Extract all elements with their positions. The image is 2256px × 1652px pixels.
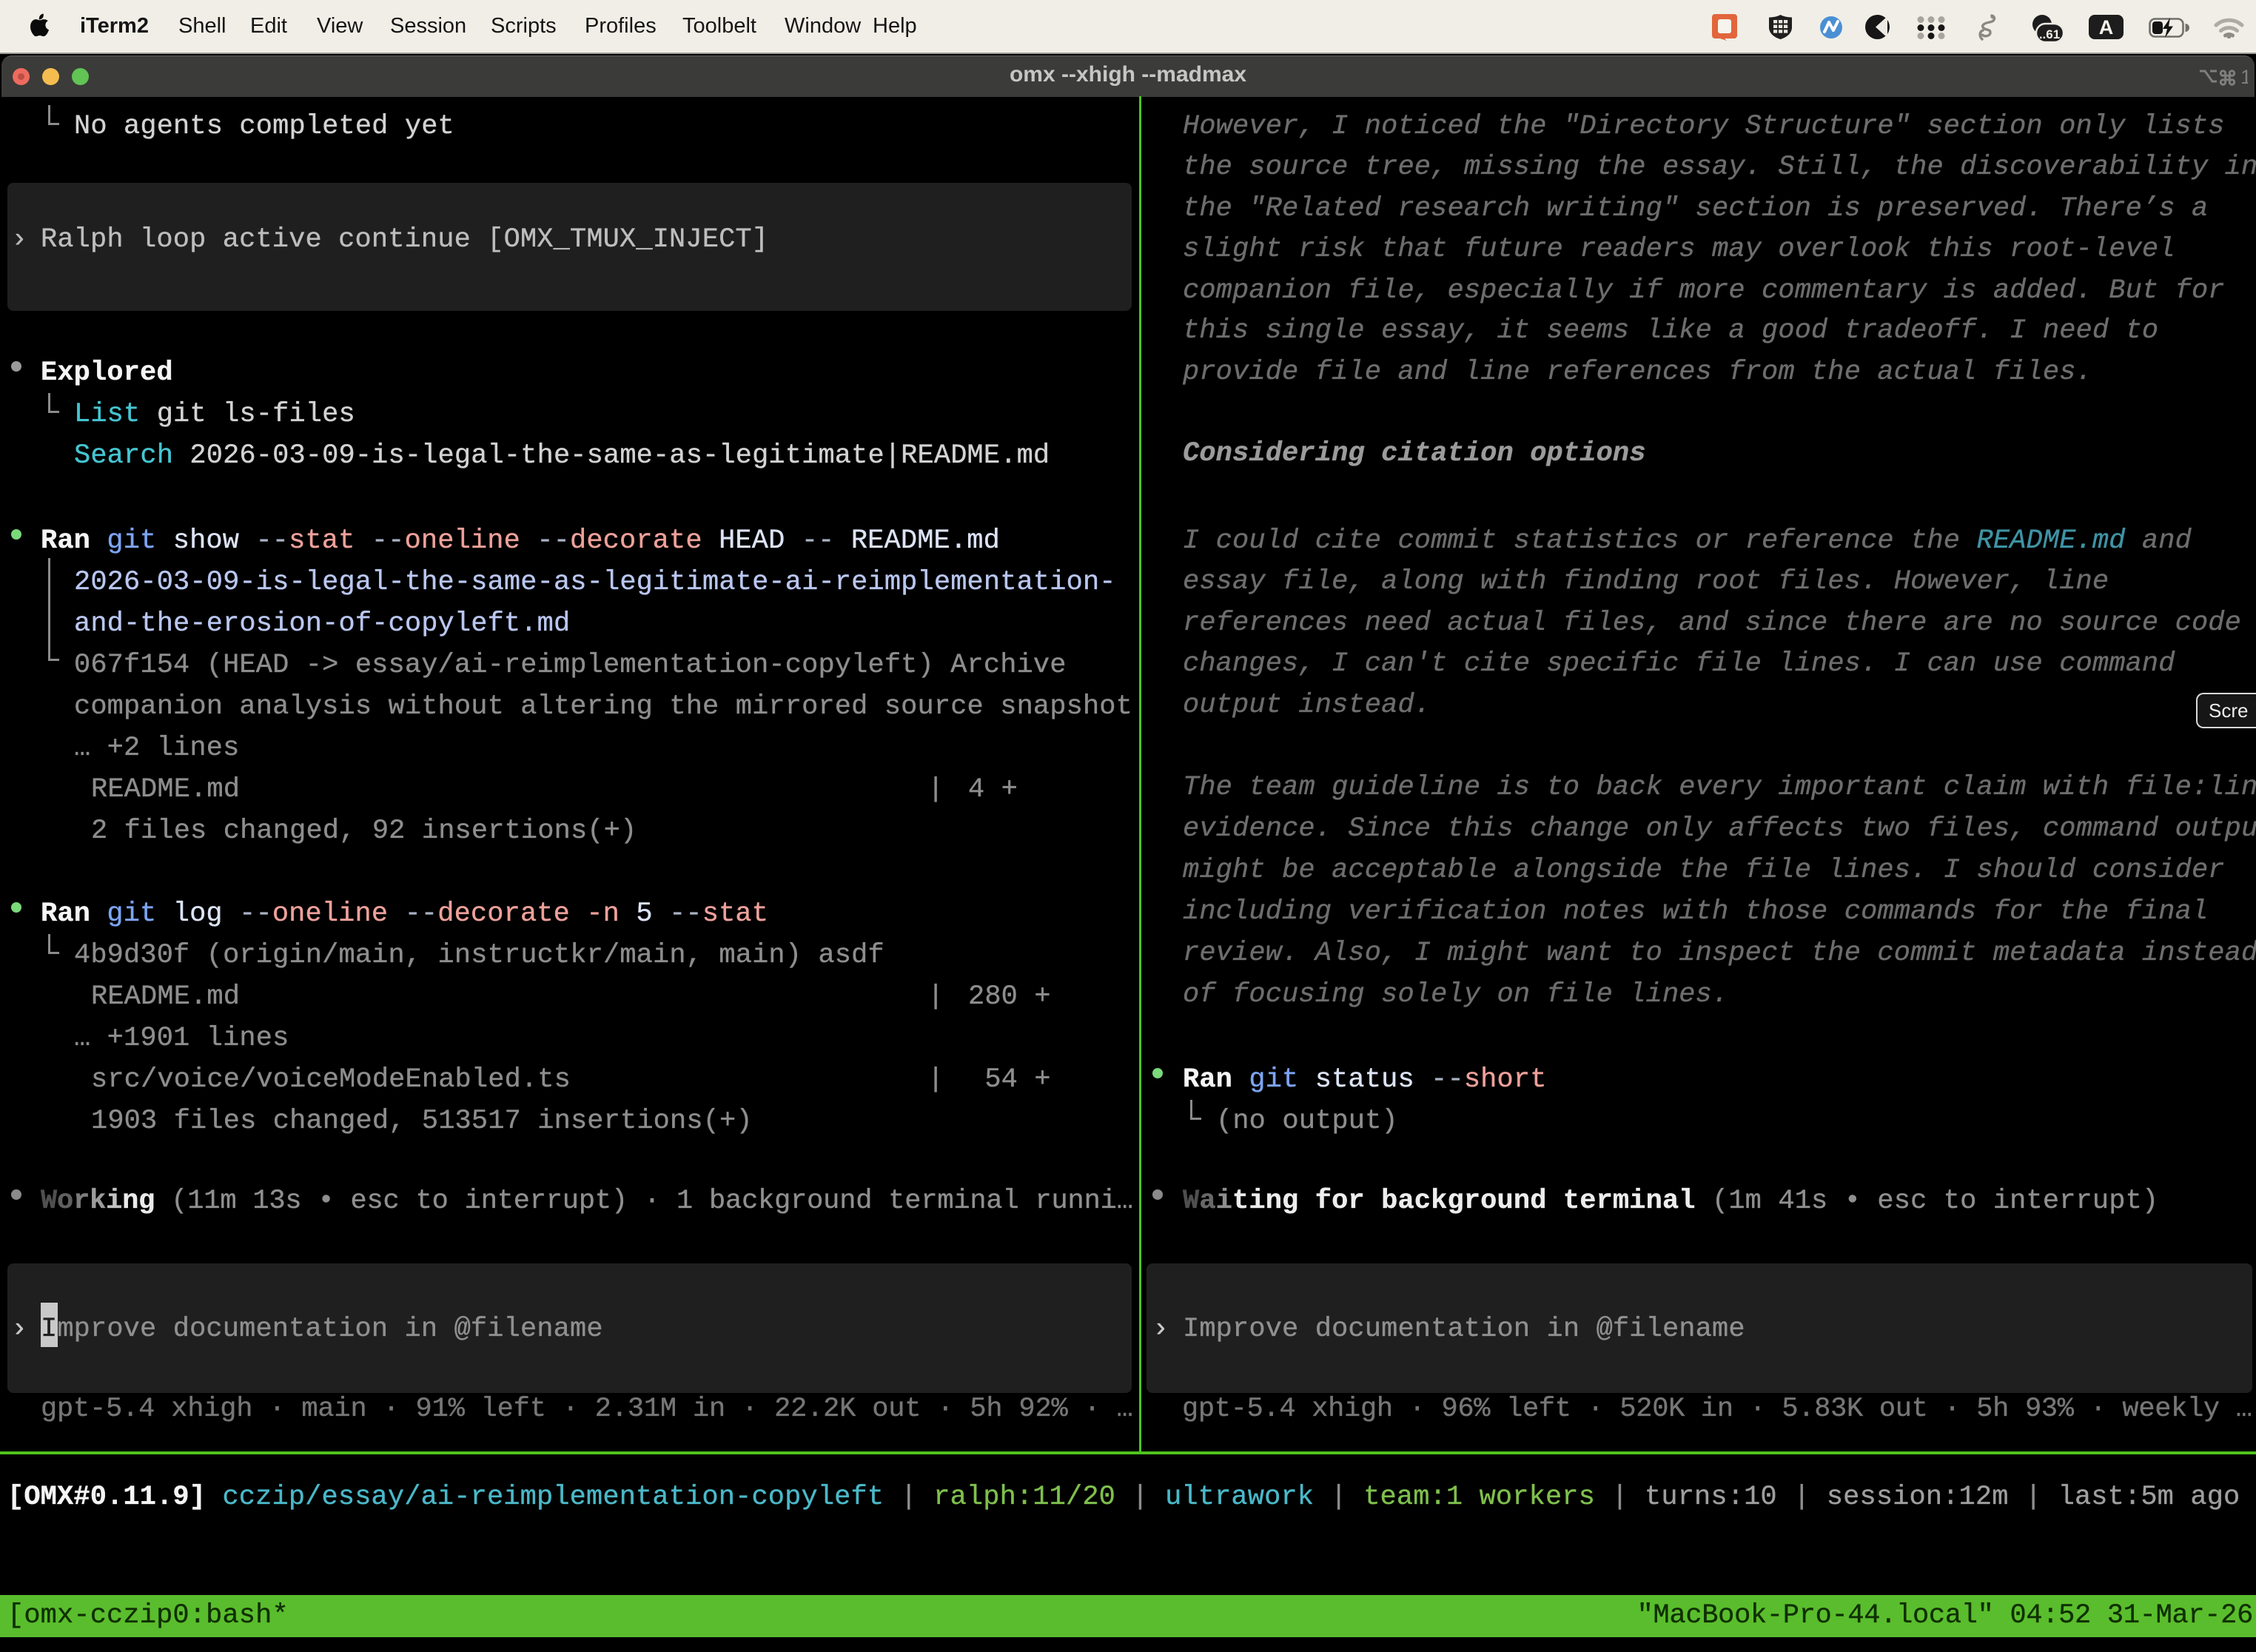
svg-text:1: 1 (2240, 66, 2248, 86)
svg-text:..61: ..61 (2039, 27, 2060, 41)
